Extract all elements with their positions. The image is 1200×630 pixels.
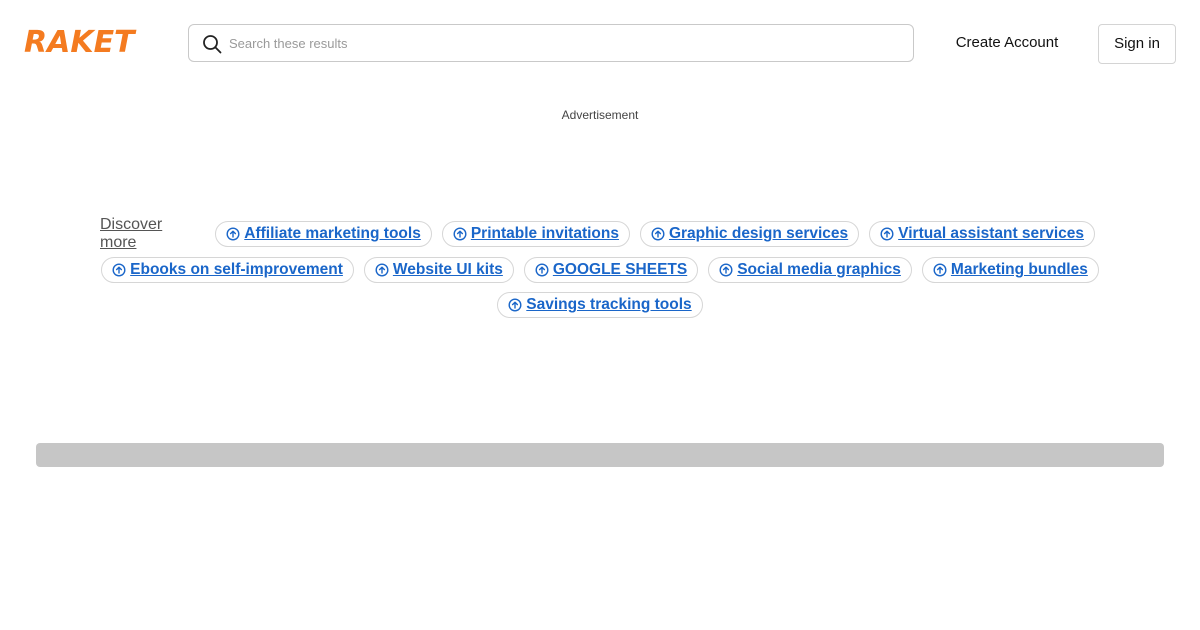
discover-more-label[interactable]: Discover more (100, 216, 195, 252)
search-box[interactable] (188, 24, 914, 62)
arrow-up-circle-icon (880, 227, 894, 241)
discover-chip[interactable]: Printable invitations (441, 221, 630, 247)
arrow-up-circle-icon (375, 263, 389, 277)
arrow-up-circle-icon (453, 227, 467, 241)
discover-chip-label: Virtual assistant services (898, 225, 1084, 242)
sign-in-button[interactable]: Sign in (1098, 24, 1176, 64)
discover-chip[interactable]: Affiliate marketing tools (215, 221, 432, 247)
discover-chip[interactable]: GOOGLE SHEETS (523, 257, 699, 283)
discover-chip[interactable]: Ebooks on self-improvement (101, 257, 354, 283)
search-icon (203, 35, 222, 54)
discover-chip-label: Affiliate marketing tools (244, 225, 421, 242)
arrow-up-circle-icon (112, 263, 126, 277)
discover-chip-label: Marketing bundles (950, 261, 1088, 278)
raket-logo[interactable]: RAKET (24, 26, 135, 60)
discover-row: Discover more Affiliate marketing tools … (100, 216, 1100, 251)
discover-row: Savings tracking tools (100, 291, 1100, 319)
discover-more-section: Discover more Affiliate marketing tools … (100, 216, 1100, 319)
arrow-up-circle-icon (719, 263, 733, 277)
discover-chip-label: Graphic design services (668, 225, 849, 242)
arrow-up-circle-icon (535, 263, 549, 277)
arrow-up-circle-icon (933, 263, 947, 277)
discover-chip-label: Printable invitations (470, 225, 619, 242)
discover-chip-label: Savings tracking tools (526, 296, 692, 313)
site-header: RAKET Create Account Sign in (0, 0, 1200, 86)
discover-chip[interactable]: Graphic design services (639, 221, 860, 247)
arrow-up-circle-icon (508, 298, 522, 312)
advertisement-label: Advertisement (561, 108, 639, 122)
discover-chip-label: Social media graphics (737, 261, 901, 278)
discover-chip-label: Website UI kits (392, 261, 503, 278)
discover-row: Ebooks on self-improvement Website UI ki… (100, 256, 1100, 284)
discover-chip[interactable]: Marketing bundles (921, 257, 1099, 283)
arrow-up-circle-icon (226, 227, 240, 241)
arrow-up-circle-icon (651, 227, 665, 241)
discover-chip[interactable]: Website UI kits (363, 257, 514, 283)
search-input[interactable] (229, 25, 899, 61)
create-account-button[interactable]: Create Account (946, 24, 1068, 62)
discover-chip[interactable]: Virtual assistant services (869, 221, 1095, 247)
discover-chip[interactable]: Savings tracking tools (497, 292, 703, 318)
discover-chip-label: GOOGLE SHEETS (552, 261, 688, 278)
discover-chip-label: Ebooks on self-improvement (130, 261, 343, 278)
content-placeholder-bar (36, 443, 1164, 467)
discover-chip[interactable]: Social media graphics (708, 257, 912, 283)
